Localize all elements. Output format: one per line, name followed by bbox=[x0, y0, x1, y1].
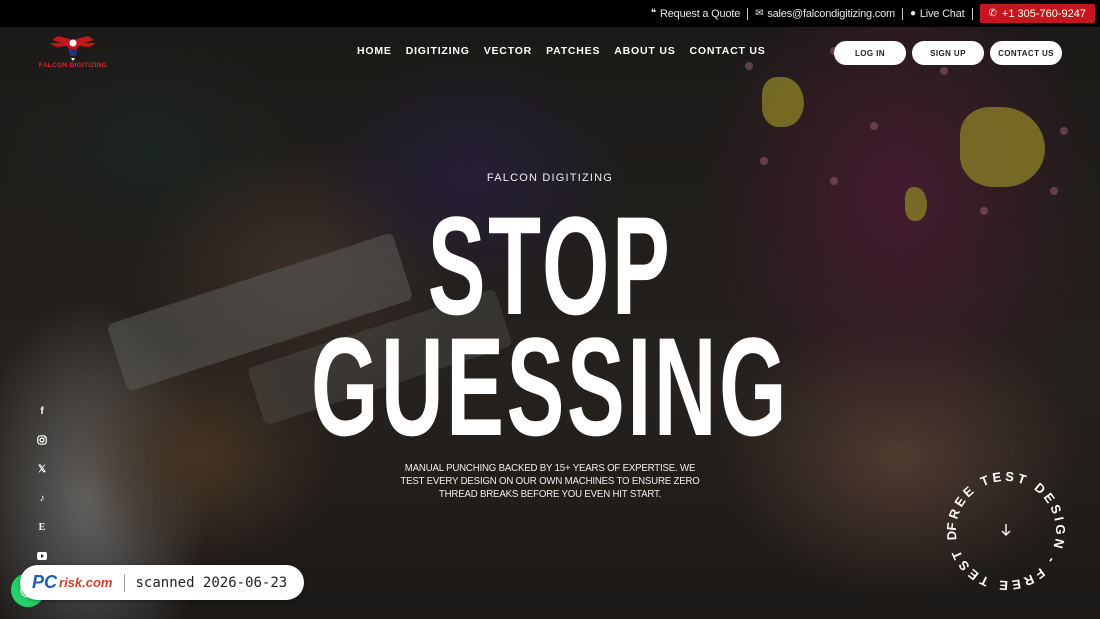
chat-bubble-icon: ● bbox=[909, 7, 916, 19]
phone-icon: ✆ bbox=[988, 7, 997, 19]
main-nav: HOME DIGITIZING VECTOR PATCHES ABOUT US … bbox=[357, 45, 766, 57]
contact-us-button[interactable]: CONTACT US bbox=[990, 41, 1062, 65]
nav-item-vector[interactable]: VECTOR bbox=[484, 45, 532, 57]
pcrisk-logo: PC risk.com bbox=[32, 572, 113, 592]
signup-button[interactable]: SIGN UP bbox=[912, 41, 984, 65]
youtube-icon[interactable] bbox=[35, 549, 49, 563]
nav-item-about-us[interactable]: ABOUT US bbox=[614, 45, 675, 57]
free-test-design-badge[interactable]: FREE TEST DESIGN - FREE TEST DESIGN - bbox=[938, 458, 1067, 593]
live-chat-link[interactable]: ● Live Chat bbox=[910, 8, 965, 20]
scan-date-label: scanned 2026-06-23 bbox=[135, 574, 288, 591]
nav-item-home[interactable]: HOME bbox=[357, 45, 392, 57]
falcon-logo-icon bbox=[50, 36, 96, 61]
email-link[interactable]: ✉ sales@falcondigitizing.com bbox=[755, 8, 895, 20]
phone-button[interactable]: ✆ +1 305-760-9247 bbox=[979, 4, 1095, 23]
x-icon[interactable]: 𝕏 bbox=[35, 462, 49, 476]
instagram-icon[interactable] bbox=[35, 433, 49, 447]
site-logo[interactable]: FALCON DIGITIZING bbox=[38, 34, 108, 72]
nav-item-digitizing[interactable]: DIGITIZING bbox=[406, 45, 470, 57]
login-button[interactable]: LOG IN bbox=[834, 41, 906, 65]
facebook-icon[interactable]: f bbox=[35, 404, 49, 418]
scan-watermark: PC risk.com scanned 2026-06-23 bbox=[20, 565, 304, 600]
top-contact-bar: ❝ Request a Quote ✉ sales@falcondigitizi… bbox=[0, 0, 1100, 27]
logo-text: FALCON DIGITIZING bbox=[38, 62, 108, 69]
divider bbox=[971, 7, 973, 20]
divider bbox=[901, 7, 903, 20]
request-quote-link[interactable]: ❝ Request a Quote bbox=[650, 7, 741, 20]
hero-headline-line-2: GUESSING bbox=[310, 308, 790, 465]
envelope-icon: ✉ bbox=[755, 7, 764, 19]
tiktok-icon[interactable]: ♪ bbox=[35, 491, 49, 505]
hero-eyebrow: FALCON DIGITIZING bbox=[486, 172, 614, 184]
social-links: f 𝕏 ♪ E bbox=[35, 404, 49, 563]
arrow-down-icon bbox=[1001, 524, 1011, 536]
nav-item-patches[interactable]: PATCHES bbox=[546, 45, 600, 57]
nav-item-contact-us[interactable]: CONTACT US bbox=[690, 45, 766, 57]
divider bbox=[747, 7, 749, 20]
header-actions: LOG IN SIGN UP CONTACT US bbox=[834, 41, 1062, 65]
hero-subtext: MANUAL PUNCHING BACKED BY 15+ YEARS OF E… bbox=[400, 462, 700, 500]
etsy-icon[interactable]: E bbox=[35, 520, 49, 534]
divider bbox=[123, 573, 125, 592]
quote-icon: ❝ bbox=[650, 7, 656, 19]
